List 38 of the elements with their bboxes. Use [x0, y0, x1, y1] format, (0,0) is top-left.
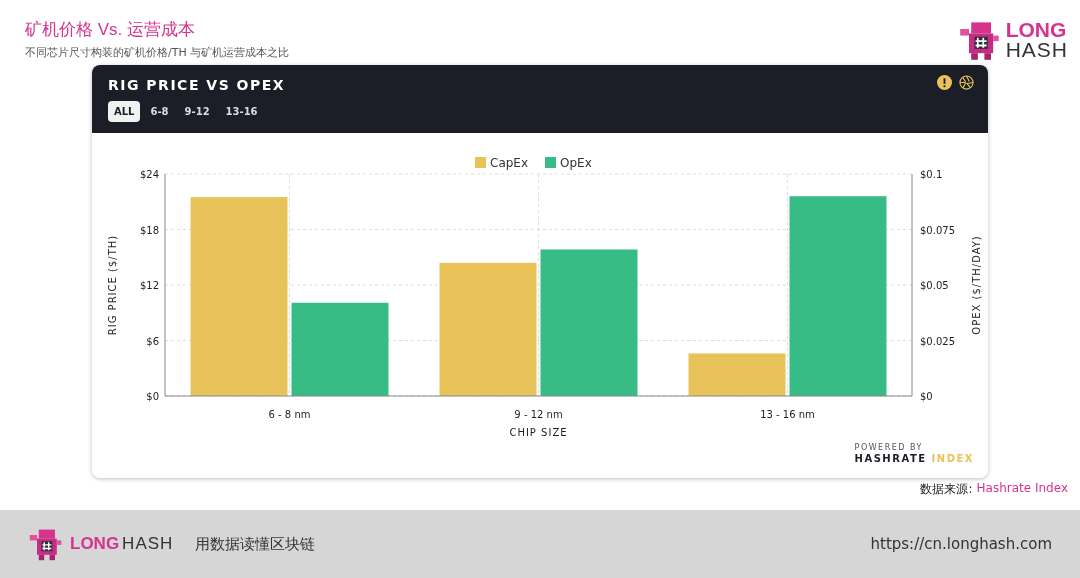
legend-label: CapEx	[490, 156, 529, 170]
logo-word: LONG	[70, 534, 120, 554]
card-title: RIG PRICE VS OPEX	[108, 76, 286, 93]
tick-label: $0.05	[920, 280, 949, 291]
tick-label: $0.075	[920, 224, 955, 236]
y-axis-title: RIG PRICE ($/TH)	[107, 234, 118, 336]
y-axis-title: OPEX ($/TH/DAY)	[971, 235, 982, 335]
range-tab[interactable]: 9-12	[178, 100, 216, 122]
logo-word: HASH	[122, 534, 174, 554]
logo-word: HASH	[1005, 39, 1068, 60]
category-label: 6 - 8 nm	[268, 409, 311, 420]
alert-icon[interactable]	[937, 75, 952, 90]
x-axis-title: CHIP SIZE	[509, 427, 568, 438]
page-title: 矿机价格 Vs. 运营成本	[25, 19, 196, 41]
legend-label: OpEx	[560, 156, 592, 170]
website-url: https://cn.longhash.com	[870, 535, 1052, 553]
credit-logo-word: INDEX	[931, 453, 974, 464]
range-tab[interactable]: 6-8	[144, 100, 175, 122]
tick-label: $24	[139, 169, 159, 180]
tick-label: $0	[146, 391, 159, 402]
tick-label: $0.1	[920, 169, 943, 180]
category-label: 13 - 16 nm	[760, 409, 815, 420]
tick-label: $18	[139, 224, 159, 236]
tick-label: $0.025	[920, 335, 955, 347]
tick-label: $0	[920, 391, 933, 402]
slogan: 用数据读懂区块链	[195, 534, 316, 554]
page-subtitle: 不同芯片尺寸构装的矿机价格/TH 与矿机运营成本之比	[25, 45, 290, 60]
tick-label: $12	[139, 280, 159, 291]
range-tab[interactable]: 13-16	[219, 100, 264, 122]
source-link[interactable]: Hashrate Index	[976, 481, 1068, 510]
powered-by-label: POWERED BY	[854, 443, 923, 452]
category-label: 9 - 12 nm	[514, 409, 563, 420]
logo-word: LONG	[1005, 19, 1068, 40]
source-label: 数据来源:	[920, 481, 973, 498]
aperture-icon[interactable]	[959, 75, 974, 90]
credit-logo-word: HASHRATE	[854, 453, 927, 464]
range-tab[interactable]: ALL	[108, 100, 141, 122]
tick-label: $6	[146, 335, 159, 347]
